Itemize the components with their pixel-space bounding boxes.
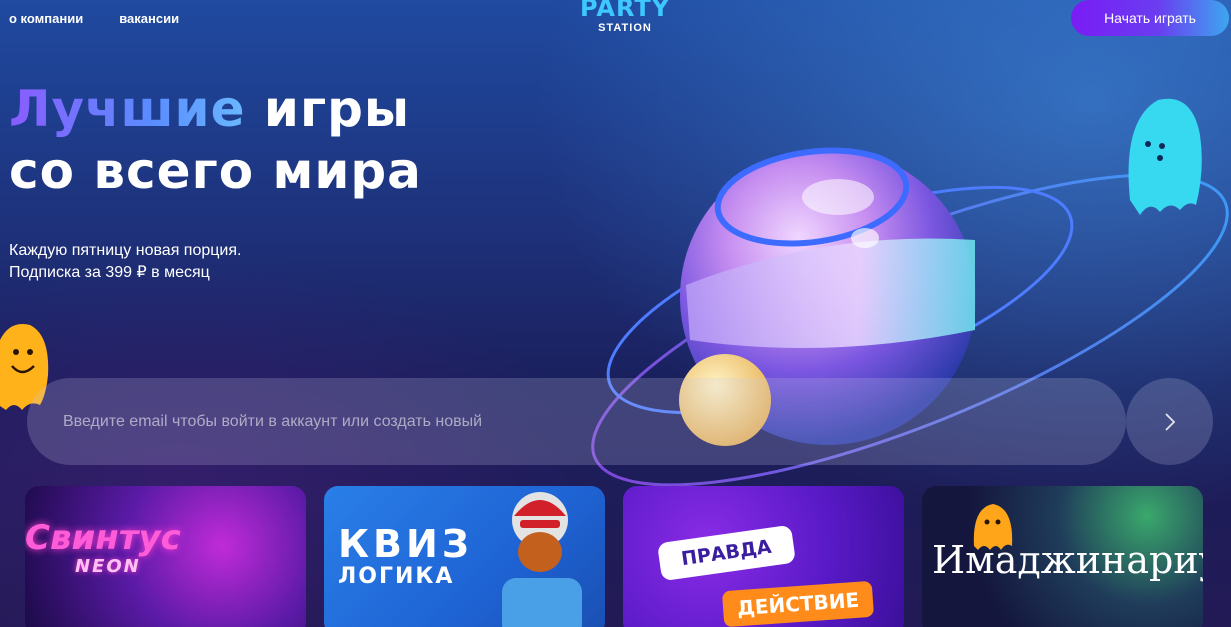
game-card-subtitle: ДЕЙСТВИЕ (721, 580, 875, 627)
chevron-right-icon (1164, 412, 1175, 431)
game-card-title: КВИЗ (338, 522, 473, 566)
game-card-subtitle: ЛОГИКА (338, 564, 455, 589)
game-card-title: Имаджинариум (932, 538, 1203, 582)
email-field[interactable] (27, 378, 1126, 465)
game-card-subtitle: NEON (75, 556, 141, 577)
hero-title-accent: Лучшие (9, 80, 246, 138)
hero-title: Лучшие игры со всего мира (9, 78, 422, 202)
game-card-title: ПРАВДА (657, 524, 796, 582)
game-card-imaginarium[interactable]: Имаджинариум (922, 486, 1203, 627)
hero-title-line-2: со всего мира (9, 142, 422, 200)
hero-subtitle: Каждую пятницу новая порция. Подписка за… (9, 240, 241, 284)
quiz-host-illustration (502, 492, 582, 627)
game-card-quiz[interactable]: КВИЗ ЛОГИКА (324, 486, 605, 627)
game-card-svintus[interactable]: Свинтус NEON (25, 486, 306, 627)
nav-link-about[interactable]: о компании (9, 11, 83, 26)
email-field-container (27, 378, 1126, 465)
game-card-title: Свинтус (25, 518, 181, 558)
game-card-truth-or-dare[interactable]: ПРАВДА ДЕЙСТВИЕ (623, 486, 904, 627)
logo[interactable]: PARTY STATION (580, 0, 670, 34)
logo-wordmark: PARTY (580, 0, 671, 22)
nav-link-vacancies[interactable]: вакансии (119, 11, 179, 26)
hero-subtitle-line-1: Каждую пятницу новая порция. (9, 242, 242, 259)
top-nav: о компании вакансии (9, 11, 179, 26)
logo-subtitle: STATION (598, 22, 652, 34)
game-cards: Свинтус NEON КВИЗ ЛОГИКА ПРАВДА ДЕЙСТВИЕ… (25, 486, 1203, 627)
hero-title-rest: игры (245, 80, 411, 138)
hero-subtitle-line-2: Подписка за 399 ₽ в месяц (9, 264, 210, 281)
email-submit-button[interactable] (1126, 378, 1213, 465)
start-playing-button[interactable]: Начать играть (1071, 0, 1229, 36)
